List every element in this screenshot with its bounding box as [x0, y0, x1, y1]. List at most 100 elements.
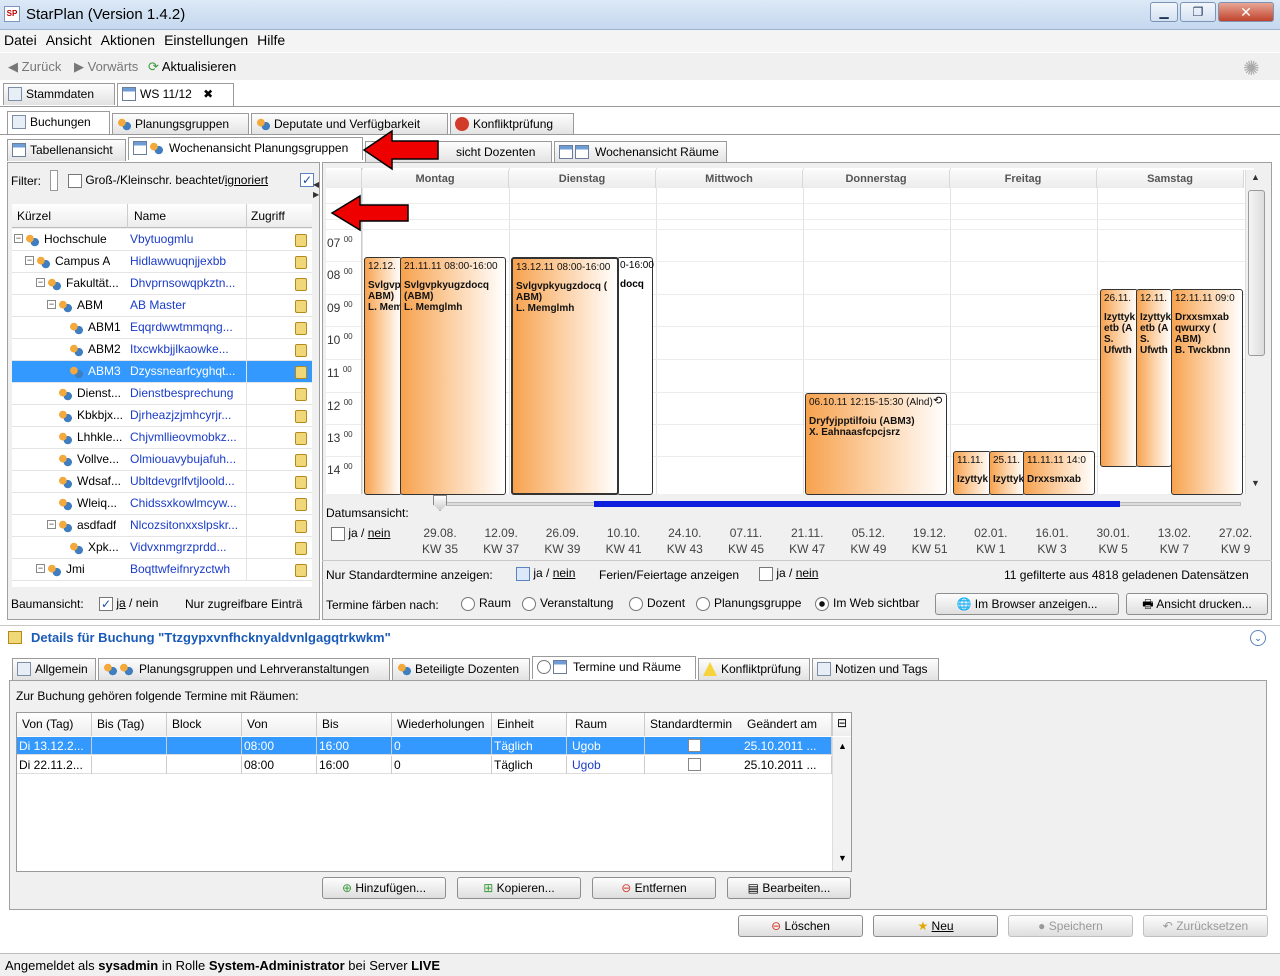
- column-header[interactable]: Von (Tag): [17, 713, 92, 736]
- date-view-toggle[interactable]: ja / nein: [331, 526, 390, 541]
- radio-planungsgruppe[interactable]: Planungsgruppe: [696, 596, 801, 611]
- holidays-toggle[interactable]: ja / nein: [759, 566, 818, 581]
- tab-notizen-und-tags[interactable]: Notizen und Tags: [812, 658, 939, 680]
- booking-event[interactable]: 11.11. Izyttyk: [953, 451, 991, 495]
- tree-row[interactable]: Kbkbjx... Djrheazjzjmhcyrjr...: [12, 405, 312, 427]
- filter-input[interactable]: [50, 170, 58, 191]
- case-ignored-label[interactable]: ignoriert: [225, 173, 268, 187]
- menu-aktionen[interactable]: Aktionen: [101, 32, 155, 48]
- tree-row-name[interactable]: Ubltdevgrlfvtjloold...: [130, 474, 242, 488]
- tab-ws-11-12[interactable]: WS 11/12 ✖: [117, 83, 234, 106]
- standard-checkbox[interactable]: [688, 758, 701, 771]
- table-cell-room[interactable]: Ugob: [570, 756, 645, 774]
- collapse-toggle-icon[interactable]: −: [14, 234, 23, 243]
- booking-event-tail[interactable]: [617, 257, 653, 495]
- radio-button[interactable]: [522, 596, 536, 611]
- tree-row-name[interactable]: Itxcwkbjjlkaowke...: [130, 342, 242, 356]
- menu-einstellungen[interactable]: Einstellungen: [164, 32, 248, 48]
- tree-row-name[interactable]: Olmiouavybujafuh...: [130, 452, 242, 466]
- tree-view-toggle[interactable]: ✓ ja / nein: [99, 596, 158, 611]
- tree-row[interactable]: − Campus A Hidlawwuqnjjexbb: [12, 251, 312, 273]
- column-header[interactable]: Standardtermin: [645, 713, 745, 736]
- collapse-toggle-icon[interactable]: −: [47, 300, 56, 309]
- scroll-up-icon[interactable]: ▲: [838, 741, 847, 751]
- case-checkbox[interactable]: [68, 173, 82, 188]
- column-header[interactable]: Block: [167, 713, 242, 736]
- termine-table[interactable]: [16, 712, 852, 872]
- week-label[interactable]: 12.09. KW 37: [473, 525, 529, 557]
- scroll-up-icon[interactable]: ▲: [1251, 172, 1260, 182]
- tree-row[interactable]: Xpk... Vidvxnmgrzprdd...: [12, 537, 312, 559]
- tree-row[interactable]: Wdsaf... Ubltdevgrlfvtjloold...: [12, 471, 312, 493]
- week-label[interactable]: 27.02. KW 9: [1208, 525, 1264, 557]
- column-header[interactable]: Wiederholungen: [392, 713, 492, 736]
- case-sensitive-toggle[interactable]: Groß-/Kleinschr. beachtet/ignoriert: [68, 173, 268, 188]
- collapse-toggle-icon[interactable]: −: [36, 278, 45, 287]
- date-view-no[interactable]: nein: [368, 526, 391, 540]
- tree-row-name[interactable]: Vidvxnmgrzprdd...: [130, 540, 242, 554]
- save-button[interactable]: ● Speichern: [1008, 915, 1133, 937]
- week-label[interactable]: 30.01. KW 5: [1085, 525, 1141, 557]
- booking-event[interactable]: 26.11. Izyttyk etb (A S. Ufwth: [1100, 289, 1138, 467]
- tab-stammdaten[interactable]: Stammdaten: [3, 83, 115, 105]
- week-label[interactable]: 21.11. KW 47: [779, 525, 835, 557]
- tree-view-no[interactable]: nein: [136, 596, 159, 610]
- back-button[interactable]: ◀ Zurück: [8, 59, 61, 75]
- radio-dozent[interactable]: Dozent: [629, 596, 685, 611]
- week-label[interactable]: 24.10. KW 43: [657, 525, 713, 557]
- booking-event[interactable]: 06.10.11 12:15-15:30 (Alnd) Dryfyjpptilfo…: [805, 393, 947, 495]
- column-kuerzel[interactable]: Kürzel: [17, 209, 51, 223]
- booking-event[interactable]: 21.11.11 08:00-16:00 Svlgvpkyugzdocq (ABM)…: [400, 257, 506, 495]
- column-header[interactable]: Geändert am: [742, 713, 832, 736]
- week-label[interactable]: 16.01. KW 3: [1024, 525, 1080, 557]
- booking-event[interactable]: 12.11.11 09:0 Drxxsmxab qwurxy (ABM) B. Twc…: [1171, 289, 1243, 495]
- tree-row[interactable]: − Jmi Boqttwfeifnryzctwh: [12, 559, 312, 581]
- tree-row-name[interactable]: Eqqrdwwtmmqng...: [130, 320, 242, 334]
- calendar-scrollbar[interactable]: ▲ ▼: [1245, 170, 1267, 494]
- filter-checkbox[interactable]: ✓: [300, 173, 314, 187]
- tree-row[interactable]: ABM2 Itxcwkbjjlkaowke...: [12, 339, 312, 361]
- new-button[interactable]: ★ Neu: [873, 915, 998, 937]
- tree-row-name[interactable]: AB Master: [130, 298, 242, 312]
- column-name[interactable]: Name: [134, 209, 166, 223]
- column-header[interactable]: Bis: [317, 713, 392, 736]
- holidays-no[interactable]: nein: [796, 566, 819, 580]
- collapse-arrows-icon[interactable]: ◀ ▶: [313, 180, 319, 200]
- minimize-button[interactable]: ▁: [1150, 2, 1178, 22]
- termine-scrollbar[interactable]: ▲ ▼: [832, 737, 851, 871]
- week-label[interactable]: 29.08. KW 35: [412, 525, 468, 557]
- week-label[interactable]: 19.12. KW 51: [902, 525, 958, 557]
- radio-button[interactable]: [696, 596, 710, 611]
- week-label[interactable]: 07.11. KW 45: [718, 525, 774, 557]
- standard-yes[interactable]: ja: [533, 566, 542, 580]
- scroll-down-icon[interactable]: ▼: [838, 853, 847, 863]
- tab-wochenansicht-planungsgruppen[interactable]: Wochenansicht Planungsgruppen: [128, 137, 363, 160]
- tree-row-name[interactable]: Dhvprnsowqpkztn...: [130, 276, 242, 290]
- scroll-down-icon[interactable]: ▼: [1251, 478, 1260, 488]
- column-zugriff[interactable]: Zugriff: [251, 209, 285, 223]
- standard-no[interactable]: nein: [553, 566, 576, 580]
- tree-row[interactable]: − asdfadf Nlcozsitonxxslpskr...: [12, 515, 312, 537]
- week-label[interactable]: 13.02. KW 7: [1146, 525, 1202, 557]
- booking-event[interactable]: 12.12. Svlgvp ABM) L. Mem: [364, 257, 402, 495]
- tree-row[interactable]: Wleiq... Chidssxkowlmcyw...: [12, 493, 312, 515]
- column-header[interactable]: Von: [242, 713, 317, 736]
- date-view-yes[interactable]: ja: [348, 526, 357, 540]
- radio-button[interactable]: [461, 596, 475, 611]
- tree-row[interactable]: − Fakultät... Dhvprnsowqpkztn...: [12, 273, 312, 295]
- menu-ansicht[interactable]: Ansicht: [46, 32, 92, 48]
- radio-raum[interactable]: Raum: [461, 596, 511, 611]
- menu-datei[interactable]: Datei: [4, 32, 37, 48]
- add-appointment-button[interactable]: ⊕ Hinzufügen...: [322, 877, 446, 899]
- booking-event[interactable]: 11.11.11 14:0 Drxxsmxab: [1023, 451, 1095, 495]
- week-label[interactable]: 26.09. KW 39: [534, 525, 590, 557]
- tab-allgemein[interactable]: Allgemein: [12, 658, 96, 680]
- tree-row-name[interactable]: Boqttwfeifnryzctwh: [130, 562, 242, 576]
- refresh-button[interactable]: ⟳ Aktualisieren: [148, 59, 236, 75]
- scrollbar-thumb[interactable]: [1248, 190, 1265, 356]
- edit-appointment-button[interactable]: ▤ Bearbeiten...: [727, 877, 851, 899]
- tree-row-name[interactable]: Djrheazjzjmhcyrjr...: [130, 408, 242, 422]
- reset-button[interactable]: ↶ Zurücksetzen: [1143, 915, 1268, 937]
- tree-row[interactable]: Lhhkle... Chjvmllieovmobkz...: [12, 427, 312, 449]
- tree-row-name[interactable]: Chidssxkowlmcyw...: [130, 496, 242, 510]
